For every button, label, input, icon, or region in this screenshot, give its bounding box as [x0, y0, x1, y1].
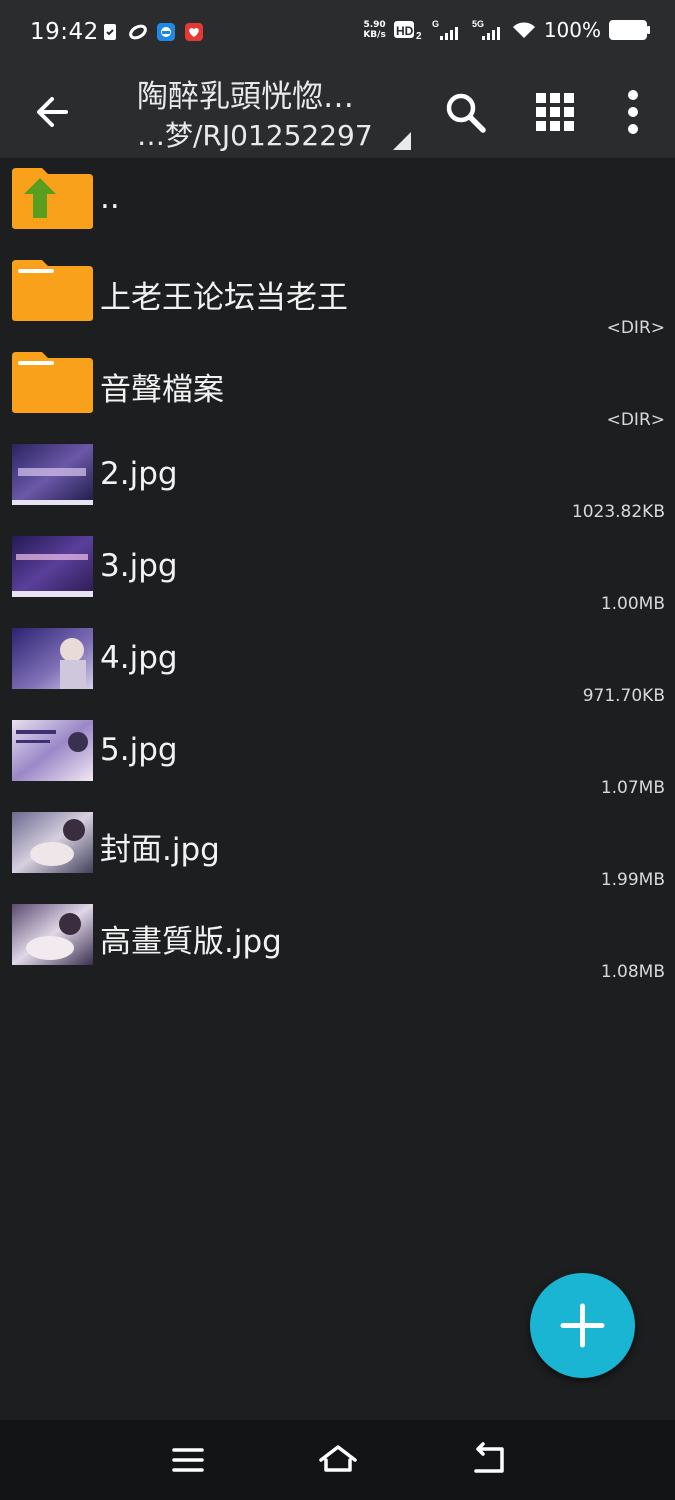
svg-text:2: 2	[416, 31, 422, 40]
file-meta: 971.70KB	[582, 686, 665, 706]
file-meta: 1.99MB	[600, 870, 665, 890]
battery-icon	[609, 20, 650, 40]
file-name: 高畫質版.jpg	[100, 924, 282, 960]
cell-signal-5g-icon: 5G	[472, 19, 500, 40]
parent-folder-icon	[12, 168, 93, 229]
list-item-parent[interactable]: ..	[0, 164, 675, 256]
file-name: 上老王论坛当老王	[100, 280, 348, 316]
wifi-icon	[512, 22, 535, 38]
sim-card-icon	[104, 24, 116, 40]
status-time: 19:42	[30, 19, 99, 45]
hd-voice-icon: HD 2	[393, 21, 422, 40]
list-item-image[interactable]: 5.jpg 1.07MB	[0, 716, 675, 808]
svg-text:HD: HD	[396, 24, 414, 38]
app-toolbar: 陶醉乳頭恍惚… …梦/RJ01252297	[0, 66, 675, 158]
svg-text:G: G	[432, 19, 439, 29]
messenger-icon	[157, 23, 175, 41]
sync-icon	[129, 24, 147, 40]
image-thumbnail	[12, 904, 93, 965]
add-button[interactable]	[530, 1273, 635, 1378]
back-icon[interactable]	[466, 1438, 510, 1482]
file-name: 音聲檔案	[100, 372, 224, 408]
search-icon[interactable]	[437, 84, 493, 140]
home-icon[interactable]	[316, 1438, 360, 1482]
plus-icon	[560, 1303, 605, 1348]
list-item-image[interactable]: 4.jpg 971.70KB	[0, 624, 675, 716]
file-list: .. 上老王论坛当老王 <DIR> 音聲檔案 <DIR> 2.jpg 1023.…	[0, 164, 675, 992]
grid-view-icon[interactable]	[527, 84, 583, 140]
path-dropdown-icon[interactable]	[393, 132, 411, 150]
folder-path[interactable]: …梦/RJ01252297	[137, 114, 373, 154]
system-nav-bar	[0, 1420, 675, 1500]
image-thumbnail	[12, 720, 93, 781]
cell-signal-icon: G	[432, 19, 458, 40]
file-name: 3.jpg	[100, 548, 178, 584]
image-thumbnail	[12, 812, 93, 873]
folder-title[interactable]: 陶醉乳頭恍惚…	[137, 71, 354, 116]
file-meta: <DIR>	[606, 318, 665, 338]
file-meta: 1.00MB	[600, 594, 665, 614]
file-name: 4.jpg	[100, 640, 178, 676]
back-arrow-icon[interactable]	[26, 84, 82, 140]
file-name: 2.jpg	[100, 456, 178, 492]
file-name: ..	[100, 180, 120, 216]
image-thumbnail	[12, 536, 93, 597]
system-icons: 5.90 KB/s HD 2 G 5G 100%	[363, 18, 650, 42]
battery-percent: 100%	[543, 18, 601, 42]
file-meta: 1.07MB	[600, 778, 665, 798]
status-bar: 19:42 5.90 KB/s HD 2 G 5G 100%	[0, 0, 675, 66]
list-item-image[interactable]: 2.jpg 1023.82KB	[0, 440, 675, 532]
image-thumbnail	[12, 444, 93, 505]
file-meta: 1.08MB	[600, 962, 665, 982]
svg-text:5G: 5G	[472, 19, 484, 29]
file-meta: <DIR>	[606, 410, 665, 430]
file-name: 5.jpg	[100, 732, 178, 768]
app-icon	[185, 23, 203, 41]
file-meta: 1023.82KB	[571, 502, 665, 522]
folder-icon	[12, 260, 93, 321]
list-item-folder[interactable]: 音聲檔案 <DIR>	[0, 348, 675, 440]
notification-icons	[100, 22, 204, 42]
image-thumbnail	[12, 628, 93, 689]
list-item-image[interactable]: 高畫質版.jpg 1.08MB	[0, 900, 675, 992]
list-item-image[interactable]: 封面.jpg 1.99MB	[0, 808, 675, 900]
menu-icon[interactable]	[166, 1438, 210, 1482]
more-vert-icon[interactable]	[605, 84, 661, 140]
folder-icon	[12, 352, 93, 413]
file-name: 封面.jpg	[100, 832, 220, 868]
list-item-image[interactable]: 3.jpg 1.00MB	[0, 532, 675, 624]
net-speed: 5.90 KB/s	[363, 20, 386, 40]
list-item-folder[interactable]: 上老王论坛当老王 <DIR>	[0, 256, 675, 348]
